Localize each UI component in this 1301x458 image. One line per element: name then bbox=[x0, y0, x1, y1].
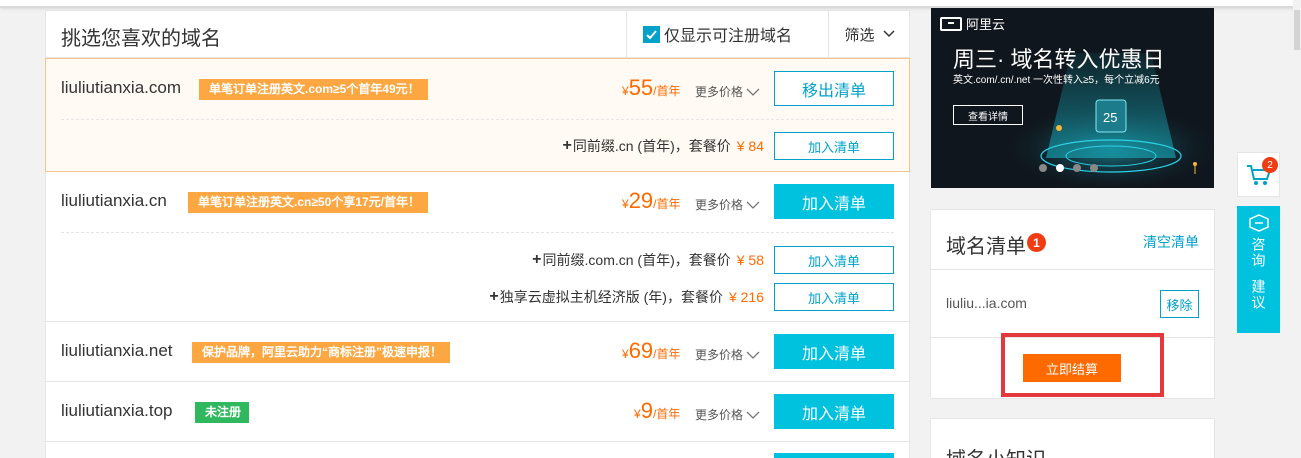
aliyun-logo-icon bbox=[940, 16, 962, 31]
cart-title: 域名清单 bbox=[946, 236, 1026, 258]
only-available-toggle[interactable]: 仅显示可注册域名 bbox=[626, 11, 828, 57]
chat-bubble-icon bbox=[1248, 214, 1269, 232]
domain-list-panel: 挑选您喜欢的域名 仅显示可注册域名 筛选 liuliutianxia.com 单… bbox=[45, 10, 910, 458]
domain-name: liuliutianxia.top bbox=[61, 401, 173, 420]
domain-row-cn: liuliutianxia.cn 单笔订单注册英文.cn≥50个享17元/首年！… bbox=[46, 172, 909, 322]
consult-label: 咨询 bbox=[1250, 237, 1267, 269]
promo-tag: 保护品牌，阿里云助力“商标注册”极速申报！ bbox=[192, 342, 451, 363]
banner-title: 周三· 域名转入优惠日 bbox=[953, 47, 1165, 72]
carousel-dot[interactable] bbox=[1073, 164, 1081, 172]
divider bbox=[61, 232, 894, 233]
bundle-label: 同前缀.cn (首年)，套餐价 bbox=[572, 138, 731, 154]
top-bar bbox=[0, 0, 1301, 8]
cart-item: liuliu...ia.com 移除 bbox=[931, 270, 1214, 338]
filter-button[interactable]: 筛选 bbox=[828, 11, 910, 57]
carousel-dot[interactable] bbox=[1090, 164, 1098, 172]
banner-subtitle: 英文.com/.cn/.net 一次性转入≥5，每个立减6元 bbox=[953, 75, 1160, 86]
banner-graphic: 25 bbox=[1001, 53, 1214, 188]
plus-icon: + bbox=[532, 251, 542, 268]
bundle-price: ¥ 58 bbox=[736, 252, 764, 268]
bundle-offer: + 同前缀.cn (首年)，套餐价 ¥ 84 加入清单 bbox=[563, 131, 894, 161]
divider bbox=[61, 119, 894, 120]
chevron-down-icon bbox=[746, 88, 760, 96]
plus-icon: + bbox=[562, 137, 572, 154]
chevron-down-icon bbox=[882, 30, 895, 38]
add-to-list-button[interactable]: 加入清单 bbox=[774, 184, 894, 219]
carousel-dot-active[interactable] bbox=[1056, 164, 1064, 172]
promo-tag: 单笔订单注册英文.com≥5个首年49元！ bbox=[199, 79, 428, 100]
chevron-down-icon bbox=[746, 351, 760, 359]
scrollbar-thumb[interactable] bbox=[1294, 10, 1300, 50]
bundle-label: 同前缀.com.cn (首年)，套餐价 bbox=[542, 252, 731, 268]
aliyun-logo-text: 阿里云 bbox=[966, 17, 1006, 32]
bundle-price: ¥ 216 bbox=[728, 289, 764, 305]
filter-label: 筛选 bbox=[844, 26, 875, 44]
add-bundle-button[interactable]: 加入清单 bbox=[774, 283, 894, 311]
cart-header: 域名清单 1 清空清单 bbox=[931, 210, 1214, 270]
cart-item-name: liuliu...ia.com bbox=[946, 295, 1027, 311]
floating-cart-badge: 2 bbox=[1262, 157, 1278, 173]
domain-name: liuliutianxia.com bbox=[61, 78, 181, 97]
add-to-list-button[interactable]: 加入清单 bbox=[774, 334, 894, 369]
domain-name: liuliutianxia.cn bbox=[61, 191, 167, 210]
promo-banner[interactable]: 25 阿里云 周三· 域名转入优惠日 英文.com/.cn/.net 一次性转入… bbox=[931, 8, 1214, 188]
clear-cart-link[interactable]: 清空清单 bbox=[1143, 232, 1199, 252]
more-prices-link[interactable]: 更多价格 bbox=[695, 346, 760, 363]
status-badge: 未注册 bbox=[195, 402, 250, 423]
aliyun-logo: 阿里云 bbox=[940, 14, 1005, 33]
bundle-offer: + 独享云虚拟主机经济版 (年)，套餐价 ¥ 216 加入清单 bbox=[489, 282, 894, 312]
add-bundle-button[interactable]: 加入清单 bbox=[774, 246, 894, 274]
domain-row-com: liuliutianxia.com 单笔订单注册英文.com≥5个首年49元！ … bbox=[45, 58, 910, 172]
domain-tips-panel: 域名小知识 bbox=[930, 418, 1215, 458]
chevron-down-icon bbox=[746, 411, 760, 419]
domain-price: ¥29/首年 bbox=[622, 188, 681, 213]
domain-row-net: liuliutianxia.net 保护品牌，阿里云助力“商标注册”极速申报！ … bbox=[46, 322, 909, 382]
add-bundle-button[interactable]: 加入清单 bbox=[774, 132, 894, 160]
floating-cart-button[interactable]: 2 bbox=[1237, 152, 1280, 197]
highlight-box bbox=[1001, 333, 1164, 397]
only-available-label: 仅显示可注册域名 bbox=[664, 28, 793, 45]
remove-from-list-button[interactable]: 移出清单 bbox=[774, 71, 894, 106]
panel-header: 挑选您喜欢的域名 仅显示可注册域名 筛选 bbox=[46, 11, 909, 58]
promo-tag: 单笔订单注册英文.cn≥50个享17元/首年！ bbox=[188, 192, 428, 213]
checkbox-checked-icon[interactable] bbox=[643, 25, 660, 43]
banner-details-button[interactable]: 查看详情 bbox=[953, 105, 1023, 125]
tips-title: 域名小知识 bbox=[946, 443, 1046, 458]
add-to-list-button[interactable]: 加入清单 bbox=[774, 394, 894, 429]
page-scrollbar[interactable] bbox=[1293, 0, 1301, 458]
more-prices-link[interactable]: 更多价格 bbox=[695, 83, 760, 100]
domain-row-top: liuliutianxia.top 未注册 ¥9/首年 更多价格 加入清单 bbox=[46, 382, 909, 442]
bundle-offer: + 同前缀.com.cn (首年)，套餐价 ¥ 58 加入清单 bbox=[532, 245, 894, 275]
svg-text:25: 25 bbox=[1103, 110, 1117, 125]
next-add-button-partial[interactable] bbox=[774, 453, 894, 458]
chevron-down-icon bbox=[746, 201, 760, 209]
carousel-dots bbox=[1039, 164, 1098, 172]
carousel-dot[interactable] bbox=[1039, 164, 1047, 172]
more-prices-link[interactable]: 更多价格 bbox=[695, 406, 760, 423]
cart-count-badge: 1 bbox=[1027, 233, 1046, 252]
consult-suggest-button[interactable]: 咨询 建议 bbox=[1237, 206, 1280, 333]
domain-price: ¥9/首年 bbox=[634, 398, 681, 423]
domain-price: ¥69/首年 bbox=[622, 338, 681, 363]
plus-icon: + bbox=[489, 288, 499, 305]
suggest-label: 建议 bbox=[1250, 279, 1267, 311]
page-title: 挑选您喜欢的域名 bbox=[61, 28, 221, 50]
domain-price: ¥55/首年 bbox=[622, 75, 681, 100]
bundle-label: 独享云虚拟主机经济版 (年)，套餐价 bbox=[499, 289, 723, 305]
remove-button[interactable]: 移除 bbox=[1160, 290, 1199, 318]
more-prices-link[interactable]: 更多价格 bbox=[695, 196, 760, 213]
domain-name: liuliutianxia.net bbox=[61, 341, 173, 360]
bundle-price: ¥ 84 bbox=[736, 138, 764, 154]
